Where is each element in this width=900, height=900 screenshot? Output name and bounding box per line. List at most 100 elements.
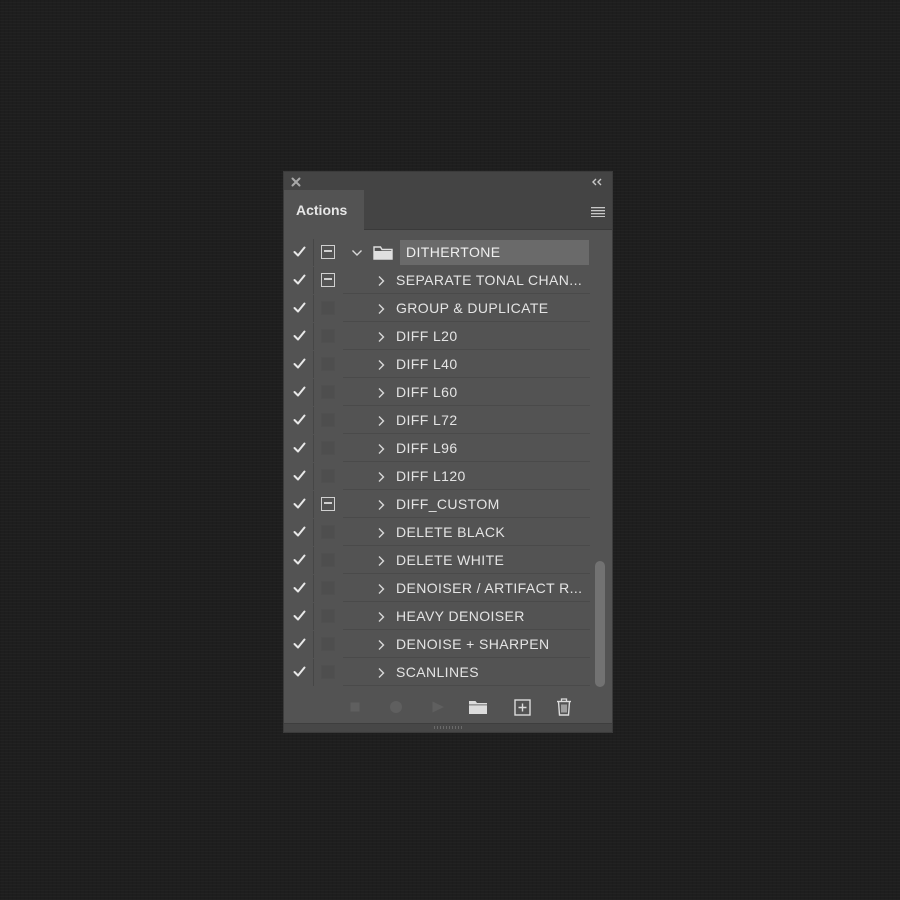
action-row[interactable]: DIFF L40 bbox=[284, 351, 590, 379]
toggle-dialog[interactable] bbox=[315, 351, 343, 378]
record-button[interactable] bbox=[386, 698, 406, 716]
chevron-right-icon[interactable] bbox=[376, 499, 386, 511]
toggle-item[interactable] bbox=[284, 323, 314, 350]
chevron-right-icon[interactable] bbox=[376, 667, 386, 679]
toggle-dialog[interactable] bbox=[315, 631, 343, 658]
action-row[interactable]: DENOISE + SHARPEN bbox=[284, 631, 590, 659]
toggle-dialog[interactable] bbox=[315, 575, 343, 602]
toggle-item[interactable] bbox=[284, 519, 314, 546]
toggle-item[interactable] bbox=[284, 547, 314, 574]
action-row[interactable]: GROUP & DUPLICATE bbox=[284, 295, 590, 323]
new-action-button[interactable] bbox=[512, 698, 532, 716]
toggle-item[interactable] bbox=[284, 659, 314, 686]
toggle-dialog[interactable] bbox=[315, 547, 343, 574]
scrollbar-track[interactable] bbox=[592, 239, 608, 689]
action-item[interactable]: SCANLINES bbox=[343, 659, 590, 686]
action-row[interactable]: DENOISER / ARTIFACT R... bbox=[284, 575, 590, 603]
action-set-row[interactable]: DITHERTONE bbox=[284, 239, 590, 267]
panel-resize-handle[interactable] bbox=[284, 723, 612, 732]
action-row[interactable]: DELETE BLACK bbox=[284, 519, 590, 547]
chevron-right-icon[interactable] bbox=[376, 275, 386, 287]
toggle-item[interactable] bbox=[284, 351, 314, 378]
action-row[interactable]: DIFF L60 bbox=[284, 379, 590, 407]
toggle-dialog[interactable] bbox=[315, 379, 343, 406]
chevron-right-icon[interactable] bbox=[376, 583, 386, 595]
toggle-dialog[interactable] bbox=[315, 659, 343, 686]
toggle-dialog[interactable] bbox=[315, 323, 343, 350]
chevron-right-icon[interactable] bbox=[376, 387, 386, 399]
toggle-dialog[interactable] bbox=[315, 463, 343, 490]
toggle-dialog[interactable] bbox=[315, 267, 343, 294]
action-item[interactable]: DIFF L72 bbox=[343, 407, 590, 434]
tab-actions[interactable]: Actions bbox=[284, 190, 364, 230]
action-item[interactable]: DIFF_CUSTOM bbox=[343, 491, 590, 518]
toggle-item[interactable] bbox=[284, 435, 314, 462]
action-item[interactable]: GROUP & DUPLICATE bbox=[343, 295, 590, 322]
stop-button[interactable] bbox=[345, 698, 365, 716]
toggle-dialog[interactable] bbox=[315, 603, 343, 630]
action-row[interactable]: DIFF L20 bbox=[284, 323, 590, 351]
panel-menu-icon[interactable] bbox=[591, 204, 605, 217]
chevron-right-icon[interactable] bbox=[376, 611, 386, 623]
toggle-item[interactable] bbox=[284, 407, 314, 434]
action-item[interactable]: DIFF L120 bbox=[343, 463, 590, 490]
action-item[interactable]: HEAVY DENOISER bbox=[343, 603, 590, 630]
checkmark-icon bbox=[293, 638, 306, 649]
action-row[interactable]: DIFF L72 bbox=[284, 407, 590, 435]
chevron-right-icon[interactable] bbox=[376, 359, 386, 371]
action-row[interactable]: SEPARATE TONAL CHAN... bbox=[284, 267, 590, 295]
action-row[interactable]: DIFF L96 bbox=[284, 435, 590, 463]
new-set-button[interactable] bbox=[467, 698, 489, 716]
toggle-dialog[interactable] bbox=[315, 435, 343, 462]
chevron-right-icon[interactable] bbox=[376, 331, 386, 343]
toggle-item[interactable] bbox=[284, 267, 314, 294]
action-label: DELETE BLACK bbox=[396, 524, 506, 540]
close-panel-icon[interactable] bbox=[290, 175, 302, 187]
panel-footer bbox=[284, 690, 612, 724]
action-item[interactable]: DELETE BLACK bbox=[343, 519, 590, 546]
toggle-item[interactable] bbox=[284, 295, 314, 322]
action-row[interactable]: SCANLINES bbox=[284, 659, 590, 687]
toggle-dialog[interactable] bbox=[315, 491, 343, 518]
toggle-item[interactable] bbox=[284, 631, 314, 658]
toggle-dialog[interactable] bbox=[315, 295, 343, 322]
action-row[interactable]: DIFF_CUSTOM bbox=[284, 491, 590, 519]
set-toggle-item[interactable] bbox=[284, 239, 314, 266]
action-item[interactable]: DENOISE + SHARPEN bbox=[343, 631, 590, 658]
chevron-right-icon[interactable] bbox=[376, 639, 386, 651]
toggle-item[interactable] bbox=[284, 379, 314, 406]
action-item[interactable]: SEPARATE TONAL CHAN... bbox=[343, 267, 590, 294]
checkmark-icon bbox=[293, 498, 306, 509]
chevron-right-icon[interactable] bbox=[376, 443, 386, 455]
scrollbar-thumb[interactable] bbox=[595, 561, 605, 687]
action-label: DIFF L40 bbox=[396, 356, 458, 372]
toggle-item[interactable] bbox=[284, 603, 314, 630]
toggle-item[interactable] bbox=[284, 463, 314, 490]
chevron-down-icon[interactable] bbox=[351, 248, 363, 258]
chevron-right-icon[interactable] bbox=[376, 415, 386, 427]
chevron-right-icon[interactable] bbox=[376, 555, 386, 567]
action-row[interactable]: DELETE WHITE bbox=[284, 547, 590, 575]
chevron-right-icon[interactable] bbox=[376, 471, 386, 483]
toggle-dialog[interactable] bbox=[315, 407, 343, 434]
set-item[interactable]: DITHERTONE bbox=[343, 239, 590, 266]
action-item[interactable]: DENOISER / ARTIFACT R... bbox=[343, 575, 590, 602]
action-row[interactable]: HEAVY DENOISER bbox=[284, 603, 590, 631]
set-toggle-dialog[interactable] bbox=[315, 239, 343, 266]
delete-button[interactable] bbox=[554, 698, 574, 716]
panel-titlebar[interactable] bbox=[284, 172, 612, 190]
action-item[interactable]: DIFF L20 bbox=[343, 323, 590, 350]
chevron-right-icon[interactable] bbox=[376, 527, 386, 539]
action-item[interactable]: DIFF L40 bbox=[343, 351, 590, 378]
toggle-item[interactable] bbox=[284, 491, 314, 518]
action-item[interactable]: DELETE WHITE bbox=[343, 547, 590, 574]
toggle-item[interactable] bbox=[284, 575, 314, 602]
toggle-dialog[interactable] bbox=[315, 519, 343, 546]
collapse-panel-icon[interactable] bbox=[590, 175, 604, 187]
action-item[interactable]: DIFF L96 bbox=[343, 435, 590, 462]
chevron-right-icon[interactable] bbox=[376, 303, 386, 315]
checkmark-icon bbox=[293, 442, 306, 453]
action-item[interactable]: DIFF L60 bbox=[343, 379, 590, 406]
action-row[interactable]: DIFF L120 bbox=[284, 463, 590, 491]
play-button[interactable] bbox=[428, 698, 448, 716]
